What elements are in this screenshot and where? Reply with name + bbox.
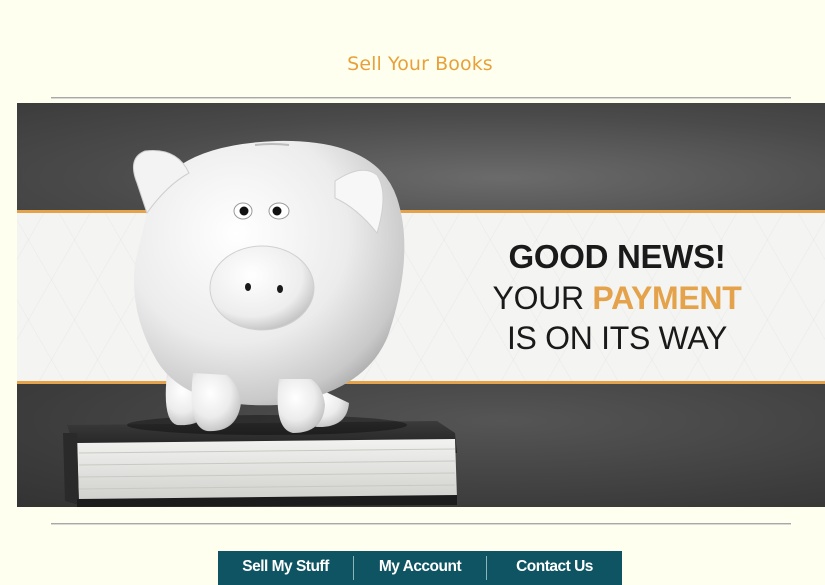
nav-sell-my-stuff[interactable]: Sell My Stuff xyxy=(218,551,353,585)
piggy-bank-icon xyxy=(127,140,407,435)
headline-on-its-way: IS ON ITS WAY xyxy=(506,320,728,356)
headline-your-payment: YOUR PAYMENT xyxy=(437,278,797,318)
footer-nav-bar: Sell My Stuff My Account Contact Us xyxy=(218,551,622,585)
payment-banner: GOOD NEWS! YOUR PAYMENT IS ON ITS WAY xyxy=(17,103,825,507)
headline-your: YOUR xyxy=(492,280,593,316)
top-divider xyxy=(51,97,791,98)
sell-your-books-link[interactable]: Sell Your Books xyxy=(0,53,825,75)
nav-contact-us[interactable]: Contact Us xyxy=(487,551,622,585)
nav-my-account[interactable]: My Account xyxy=(354,551,486,585)
headline-good-news: GOOD NEWS! xyxy=(508,238,726,275)
bottom-divider xyxy=(51,523,791,524)
banner-headline: GOOD NEWS! YOUR PAYMENT IS ON ITS WAY xyxy=(437,236,797,358)
headline-payment-accent: PAYMENT xyxy=(592,280,742,316)
